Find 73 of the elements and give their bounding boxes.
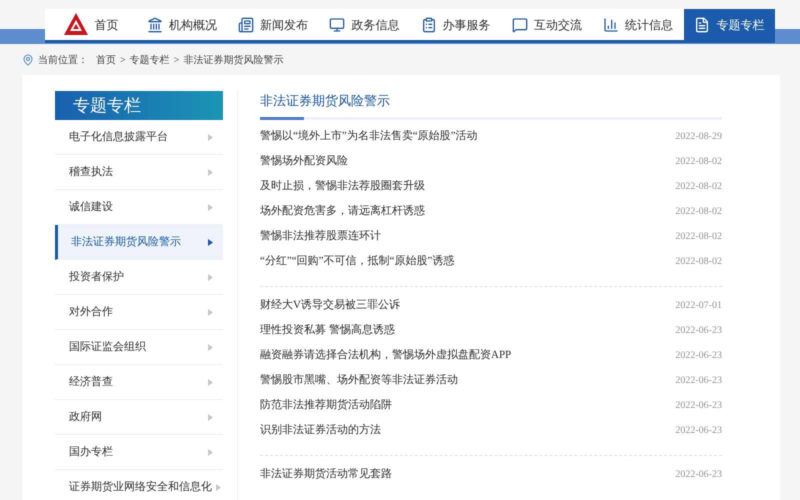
article-date: 2022-06-23 — [675, 374, 722, 388]
nav-tab[interactable]: 统计信息 — [592, 9, 684, 40]
triangle-icon — [208, 414, 213, 420]
article-link[interactable]: 场外配资危害多，请远离杠杆诱惑 — [260, 203, 425, 220]
article-link[interactable]: 财经大V诱导交易被三罪公诉 — [260, 297, 400, 314]
triangle-icon — [208, 238, 213, 246]
nav-tab[interactable]: 互动交流 — [501, 9, 592, 40]
article-date: 2022-06-23 — [675, 349, 722, 363]
sidebar-item[interactable]: 政府网 — [55, 400, 223, 435]
article-date: 2022-08-02 — [675, 255, 722, 269]
triangle-icon — [208, 308, 213, 316]
section-title: 非法证券期货风险警示 — [260, 92, 391, 110]
chat-icon — [512, 16, 528, 32]
breadcrumb-label: 当前位置： — [38, 54, 88, 68]
nav-tab[interactable]: 首页 — [45, 9, 136, 40]
sidebar-item[interactable]: 证券期货业网络安全和信息化 — [55, 470, 223, 500]
breadcrumb-link[interactable]: 首页 — [96, 52, 116, 68]
article-link[interactable]: 非法证券期货活动常见套路 — [260, 466, 392, 483]
breadcrumb-link[interactable]: 专题专栏 — [130, 52, 170, 68]
nav-tab[interactable]: 机构概况 — [136, 9, 228, 40]
sidebar-item[interactable]: 稽查执法 — [55, 155, 223, 190]
list-icon — [420, 16, 437, 32]
location-icon — [22, 54, 34, 66]
article-date: 2022-06-23 — [675, 399, 722, 413]
title-underline — [260, 117, 304, 120]
sidebar-item[interactable]: 经济普查 — [55, 365, 223, 400]
triangle-icon — [208, 168, 213, 176]
sidebar-item[interactable]: 国际证监会组织 — [55, 330, 223, 365]
bar-chart-icon — [603, 16, 620, 32]
article-link[interactable]: “分红”“回购”不可信，抵制“原始股”诱惑 — [260, 253, 454, 270]
article-link[interactable]: 警惕股市黑嘴、场外配资等非法证券活动 — [260, 372, 458, 389]
article-link[interactable]: 警惕以“境外上市”为名非法售卖“原始股”活动 — [260, 128, 478, 145]
article-date: 2022-08-02 — [675, 155, 722, 169]
sidebar-item[interactable]: 国办专栏 — [55, 435, 223, 470]
article-date: 2022-07-01 — [675, 299, 722, 313]
article-link[interactable]: 融资融券请选择合法机构，警惕场外虚拟盘配资APP — [260, 347, 512, 364]
sidebar-item[interactable]: 投资者保护 — [55, 260, 223, 295]
article-link[interactable]: 警惕场外配资风险 — [260, 153, 348, 170]
breadcrumb-link[interactable]: 非法证券期货风险警示 — [183, 52, 284, 68]
article-date: 2022-08-29 — [675, 130, 722, 144]
article-link[interactable]: 及时止损，警惕非法荐股圈套升级 — [260, 178, 425, 195]
article-date: 2022-06-23 — [675, 324, 722, 338]
document-icon — [694, 16, 710, 32]
building-icon — [146, 16, 163, 32]
article-link[interactable]: 理性投资私募 警惕高息诱惑 — [260, 322, 395, 339]
article-date: 2022-06-23 — [675, 424, 722, 438]
triangle-icon — [208, 378, 213, 386]
sidebar-item[interactable]: 非法证券期货风险警示 — [55, 225, 223, 260]
triangle-icon — [208, 134, 213, 140]
triangle-icon — [208, 448, 213, 456]
article-date: 2022-08-02 — [675, 180, 722, 194]
sidebar-item[interactable]: 对外合作 — [55, 295, 223, 330]
article-link[interactable]: 防范非法推荐期货活动陷阱 — [260, 397, 392, 414]
article-date: 2022-06-23 — [675, 468, 722, 482]
article-date: 2022-08-02 — [675, 205, 722, 219]
breadcrumb-separator: > — [174, 54, 180, 68]
triangle-icon — [208, 274, 213, 280]
newspaper-icon — [238, 16, 254, 32]
triangle-icon — [208, 344, 213, 350]
sidebar-item[interactable]: 电子化信息披露平台 — [55, 120, 223, 155]
monitor-icon — [329, 16, 346, 32]
nav-tab[interactable]: 专题专栏 — [684, 9, 775, 40]
article-link[interactable]: 警惕非法推荐股票连环计 — [260, 228, 381, 245]
triangle-icon — [208, 204, 213, 210]
article-date: 2022-08-02 — [675, 230, 722, 244]
triangle-icon — [216, 484, 221, 490]
nav-tab[interactable]: 办事服务 — [410, 9, 502, 40]
breadcrumb-separator: > — [120, 54, 126, 68]
article-link[interactable]: 识别非法证券活动的方法 — [260, 422, 381, 439]
logo-icon — [62, 12, 89, 38]
nav-tab[interactable]: 政务信息 — [318, 9, 410, 40]
nav-tab[interactable]: 新闻发布 — [228, 9, 319, 40]
sidebar-title: 专题专栏 — [55, 91, 223, 120]
